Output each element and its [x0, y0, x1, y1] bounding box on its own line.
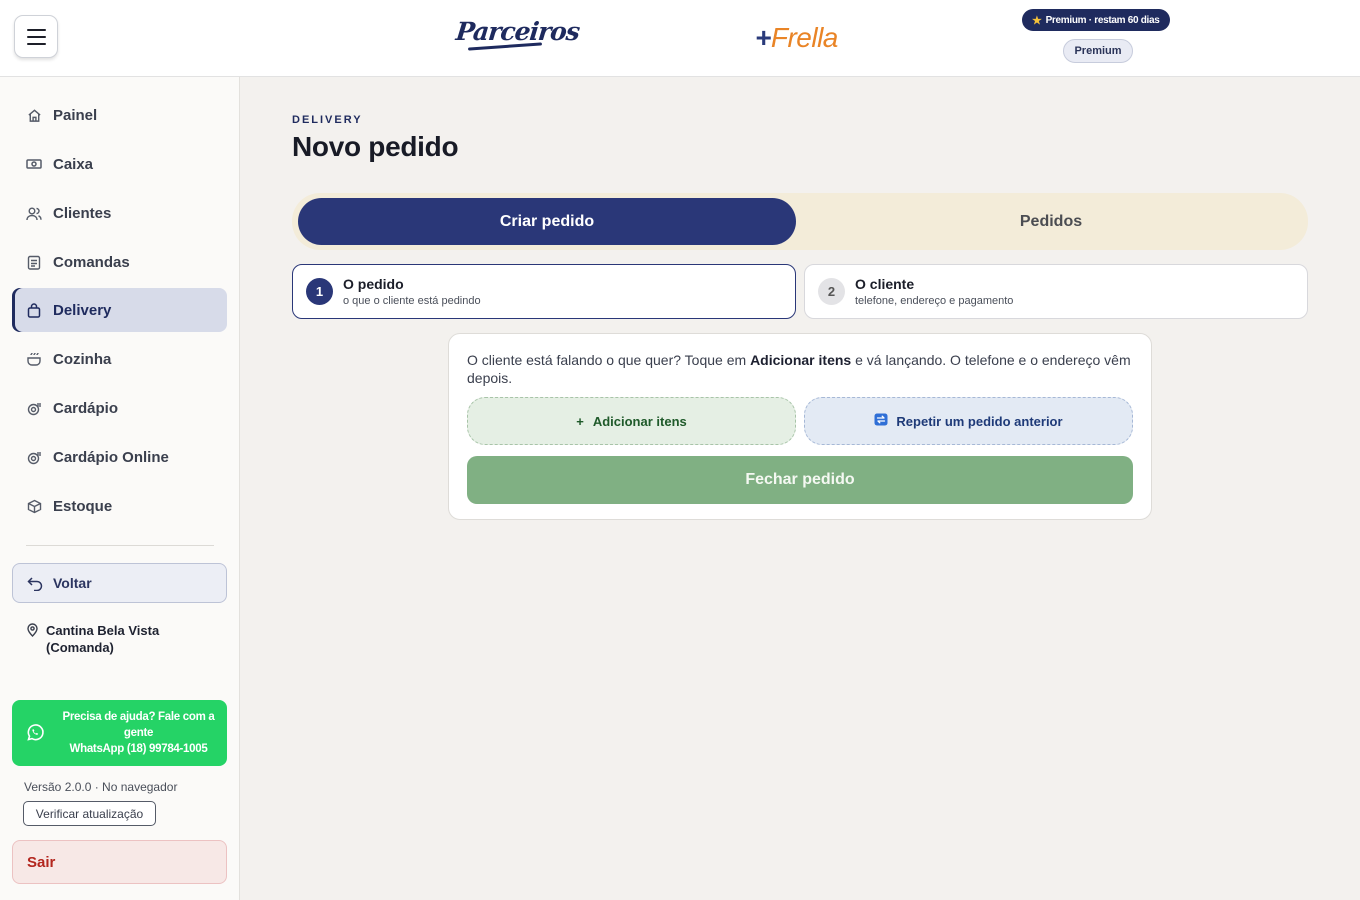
sidebar: Painel Caixa Clientes Comandas Delivery …	[0, 77, 240, 900]
tab-criar-pedido[interactable]: Criar pedido	[298, 198, 796, 245]
menu-online-icon	[26, 449, 42, 465]
step-subtitle: telefone, endereço e pagamento	[855, 295, 1014, 307]
premium-status-pill: ★ Premium · restam 60 dias	[1022, 9, 1170, 31]
cash-icon	[26, 156, 42, 172]
bag-icon	[26, 302, 42, 318]
logout-button[interactable]: Sair	[12, 840, 227, 884]
premium-badge[interactable]: Premium	[1063, 39, 1133, 63]
sidebar-item-cardapio-online[interactable]: Cardápio Online	[12, 435, 227, 479]
check-update-button[interactable]: Verificar atualização	[23, 801, 156, 826]
step-title: O cliente	[855, 276, 915, 292]
step-number: 1	[306, 278, 333, 305]
order-instructions: O cliente está falando o que quer? Toque…	[467, 352, 1131, 386]
star-icon: ★	[1032, 14, 1042, 27]
clipboard-icon	[26, 254, 42, 270]
page-title: Novo pedido	[292, 131, 459, 162]
tab-pedidos[interactable]: Pedidos	[802, 198, 1300, 245]
repeat-icon	[874, 413, 888, 429]
repeat-previous-order-button[interactable]: Repetir um pedido anterior	[804, 397, 1133, 445]
sidebar-divider	[26, 545, 214, 546]
frella-logo: +Frella	[755, 22, 838, 53]
add-items-button[interactable]: + Adicionar itens	[467, 397, 796, 445]
plus-icon: +	[576, 413, 584, 429]
pot-icon	[26, 351, 42, 367]
store-name: Cantina Bela Vista (Comanda)	[46, 623, 160, 655]
tab-switcher: Criar pedido Pedidos	[292, 193, 1308, 250]
step-o-pedido[interactable]: 1 O pedido o que o cliente está pedindo	[292, 264, 796, 319]
whatsapp-help-button[interactable]: Precisa de ajuda? Fale com a gente WhatsA…	[12, 700, 227, 766]
sidebar-item-clientes[interactable]: Clientes	[12, 191, 227, 235]
hamburger-menu-button[interactable]	[14, 15, 58, 58]
sidebar-item-cardapio[interactable]: Cardápio	[12, 386, 227, 430]
sidebar-item-cozinha[interactable]: Cozinha	[12, 337, 227, 381]
step-title: O pedido	[343, 276, 404, 292]
menu-icon	[26, 28, 46, 31]
undo-icon	[27, 576, 43, 591]
section-eyebrow: DELIVERY	[292, 114, 363, 126]
version-text: Versão 2.0.0 · No navegador	[24, 780, 178, 794]
sidebar-item-painel[interactable]: Painel	[12, 93, 227, 137]
step-number: 2	[818, 278, 845, 305]
order-card: O cliente está falando o que quer? Toque…	[448, 333, 1152, 520]
users-icon	[26, 205, 42, 221]
top-header: Parceiros +Frella ★ Premium · restam 60 …	[0, 0, 1360, 77]
close-order-button[interactable]: Fechar pedido	[467, 456, 1133, 504]
parceiros-logo: Parceiros	[454, 17, 581, 46]
sidebar-item-delivery[interactable]: Delivery	[12, 288, 227, 332]
sidebar-item-comandas[interactable]: Comandas	[12, 240, 227, 284]
whatsapp-icon	[12, 723, 58, 743]
store-info: Cantina Bela Vista (Comanda)	[26, 622, 226, 656]
box-icon	[26, 498, 42, 514]
home-icon	[26, 107, 42, 123]
back-button[interactable]: Voltar	[12, 563, 227, 603]
menu-book-icon	[26, 400, 42, 416]
step-o-cliente[interactable]: 2 O cliente telefone, endereço e pagamen…	[804, 264, 1308, 319]
sidebar-item-caixa[interactable]: Caixa	[12, 142, 227, 186]
sidebar-item-estoque[interactable]: Estoque	[12, 484, 227, 528]
location-pin-icon	[26, 623, 39, 656]
step-subtitle: o que o cliente está pedindo	[343, 295, 481, 307]
